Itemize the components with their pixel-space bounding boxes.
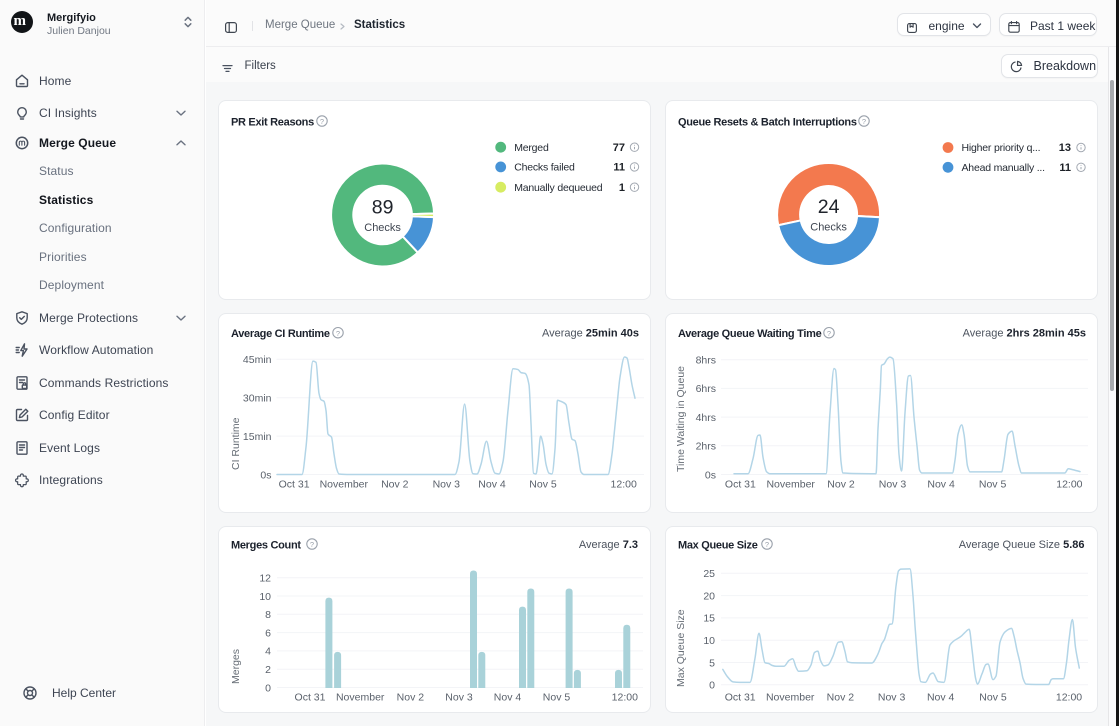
- svg-text:Ahead manually ...: Ahead manually ...: [962, 162, 1045, 174]
- svg-text:Oct 31: Oct 31: [279, 479, 310, 491]
- svg-text:November: November: [336, 692, 385, 704]
- svg-text:Nov 4: Nov 4: [478, 479, 506, 491]
- svg-text:Nov 3: Nov 3: [433, 479, 461, 491]
- svg-text:20: 20: [703, 590, 715, 602]
- svg-text:0s: 0s: [260, 469, 271, 481]
- svg-text:Nov 4: Nov 4: [494, 692, 522, 704]
- svg-text:?: ?: [765, 540, 769, 549]
- svg-text:?: ?: [862, 117, 866, 126]
- svg-text:?: ?: [320, 117, 324, 126]
- svg-text:4hrs: 4hrs: [696, 412, 716, 424]
- svg-text:13: 13: [1059, 142, 1071, 154]
- svg-text:Nov 3: Nov 3: [445, 692, 473, 704]
- svg-text:45min: 45min: [243, 354, 272, 366]
- svg-text:?: ?: [310, 540, 314, 549]
- svg-text:Manually dequeued: Manually dequeued: [514, 182, 603, 194]
- svg-text:Max Queue Size: Max Queue Size: [675, 609, 687, 687]
- svg-text:10: 10: [703, 635, 715, 647]
- svg-text:Merges: Merges: [230, 649, 242, 684]
- svg-text:Nov 2: Nov 2: [381, 479, 409, 491]
- svg-text:24: 24: [818, 196, 840, 218]
- svg-text:Checks failed: Checks failed: [514, 162, 575, 174]
- svg-text:Average Queue Size 5.86: Average Queue Size 5.86: [959, 539, 1085, 551]
- svg-text:12:00: 12:00: [1056, 692, 1082, 704]
- svg-text:Average 2hrs 28min 45s: Average 2hrs 28min 45s: [963, 328, 1086, 340]
- svg-text:Nov 5: Nov 5: [529, 479, 557, 491]
- svg-text:Average 7.3: Average 7.3: [579, 539, 638, 551]
- svg-text:12: 12: [259, 573, 271, 585]
- svg-text:Nov 3: Nov 3: [879, 479, 907, 491]
- svg-text:Nov 2: Nov 2: [397, 692, 425, 704]
- svg-text:4: 4: [265, 646, 271, 658]
- svg-text:11: 11: [1059, 162, 1071, 174]
- svg-text:25: 25: [703, 568, 715, 580]
- svg-text:10: 10: [259, 591, 271, 603]
- svg-text:Merges Count: Merges Count: [231, 540, 301, 552]
- svg-text:Nov 4: Nov 4: [927, 692, 955, 704]
- svg-text:0: 0: [709, 680, 715, 692]
- svg-text:Time Waiting in Queue: Time Waiting in Queue: [675, 366, 687, 472]
- svg-text:Average 25min 40s: Average 25min 40s: [542, 328, 639, 340]
- svg-text:November: November: [320, 479, 369, 491]
- svg-text:Checks: Checks: [364, 222, 401, 234]
- svg-text:1: 1: [619, 182, 625, 194]
- svg-text:0: 0: [265, 682, 271, 694]
- svg-text:PR Exit Reasons: PR Exit Reasons: [231, 117, 314, 129]
- svg-text:5: 5: [709, 657, 715, 669]
- svg-text:89: 89: [372, 196, 394, 218]
- svg-text:Higher priority q...: Higher priority q...: [962, 142, 1041, 154]
- svg-text:12:00: 12:00: [1056, 479, 1082, 491]
- svg-text:30min: 30min: [243, 393, 272, 405]
- svg-text:15min: 15min: [243, 431, 272, 443]
- svg-text:Average CI Runtime: Average CI Runtime: [231, 328, 330, 340]
- svg-text:November: November: [766, 692, 815, 704]
- svg-text:Nov 5: Nov 5: [979, 692, 1007, 704]
- svg-text:Oct 31: Oct 31: [725, 692, 756, 704]
- svg-text:?: ?: [336, 329, 340, 338]
- svg-text:12:00: 12:00: [612, 692, 638, 704]
- svg-text:Max Queue Size: Max Queue Size: [678, 540, 758, 552]
- svg-text:Average Queue Waiting Time: Average Queue Waiting Time: [678, 328, 822, 340]
- svg-text:12:00: 12:00: [611, 479, 637, 491]
- svg-text:2: 2: [265, 664, 271, 676]
- svg-text:15: 15: [703, 613, 715, 625]
- svg-text:6hrs: 6hrs: [696, 383, 716, 395]
- svg-text:Oct 31: Oct 31: [725, 479, 756, 491]
- svg-text:11: 11: [613, 162, 625, 174]
- svg-text:Checks: Checks: [810, 221, 847, 233]
- svg-text:Nov 2: Nov 2: [827, 479, 855, 491]
- svg-text:November: November: [766, 479, 815, 491]
- svg-text:?: ?: [827, 329, 831, 338]
- svg-text:Nov 3: Nov 3: [878, 692, 906, 704]
- svg-text:0s: 0s: [705, 469, 716, 481]
- svg-text:Nov 4: Nov 4: [927, 479, 955, 491]
- svg-text:Nov 5: Nov 5: [543, 692, 571, 704]
- svg-text:8: 8: [265, 609, 271, 621]
- svg-text:Nov 2: Nov 2: [827, 692, 855, 704]
- svg-text:Merged: Merged: [514, 142, 549, 154]
- svg-text:6: 6: [265, 627, 271, 639]
- svg-text:Queue Resets & Batch Interrupt: Queue Resets & Batch Interruptions: [678, 117, 857, 129]
- svg-text:Oct 31: Oct 31: [295, 692, 326, 704]
- svg-text:CI Runtime: CI Runtime: [230, 417, 242, 470]
- svg-text:Nov 5: Nov 5: [979, 479, 1007, 491]
- svg-text:2hrs: 2hrs: [696, 441, 716, 453]
- svg-text:77: 77: [613, 142, 625, 154]
- svg-text:8hrs: 8hrs: [696, 355, 716, 367]
